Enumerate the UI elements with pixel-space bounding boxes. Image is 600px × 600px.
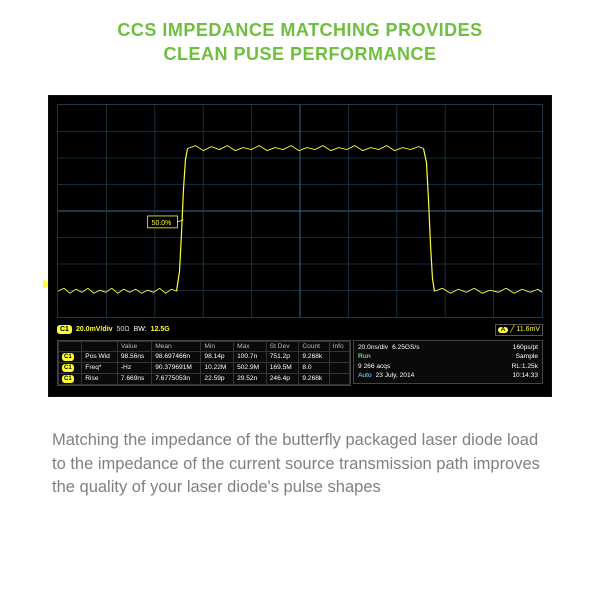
table-row: C1Rise7.669ns7.6775053n22.59p29.52n246.4… [59,373,350,384]
record-length: RL:1.25k [394,362,538,372]
page-title: CCS IMPEDANCE MATCHING PROVIDES CLEAN PU… [0,0,600,73]
bw-value: 12.5G [151,326,170,333]
trigger-tag: A ╱ 11.6mV [495,324,543,336]
timebase-status-panel: 20.0ns/div 6.25GS/s 160ps/pt Run Sample … [353,340,543,384]
heading-line-2: CLEAN PUSE PERFORMANCE [163,44,436,64]
impedance-value: 50Ω [117,326,130,333]
heading-line-1: CCS IMPEDANCE MATCHING PROVIDES [117,20,482,40]
description-text: Matching the impedance of the butterfly … [0,397,600,501]
sample-mode: Sample [375,352,538,362]
trigger-value: 11.6mV [516,326,540,333]
svg-text:50.0%: 50.0% [152,219,172,226]
bw-label: BW: [134,326,147,333]
table-row: C1Freq*-Hz90.379691M10.22M502.9M169.5M8.… [59,362,350,373]
slope-icon: ╱ [510,326,514,333]
trigger-mode: Auto [358,371,372,381]
measurement-table: Value Mean Min Max St Dev Count Info C1P… [57,340,351,386]
run-state: Run [358,352,371,362]
marker-50pct: 50.0% [148,216,184,228]
pts-value: 160ps/pt [424,343,538,353]
scope-screen: 50.0% C1 20.0mV/div 50Ω BW: 12.5G A ╱ 11… [48,95,552,397]
acq-count: 9 266 acqs [358,362,390,372]
channel-strip: C1 20.0mV/div 50Ω BW: 12.5G A ╱ 11.6mV [57,324,543,336]
vdiv-value: 20.0mV/div [76,326,113,333]
meas-header-row: Value Mean Min Max St Dev Count Info [59,341,350,351]
table-row: C1Pos Wid98.56ns98.697466n98.14p100.7n75… [59,351,350,362]
tdiv-value: 20.0ns/div [358,343,388,353]
waveform-plot: 50.0% [57,104,543,318]
channel-tag: C1 [57,325,72,334]
time-value: 10:14:33 [418,371,538,381]
oscilloscope-screenshot: 50.0% C1 20.0mV/div 50Ω BW: 12.5G A ╱ 11… [48,95,552,397]
plot-grid [58,105,542,317]
date-value: 23 July, 2014 [376,371,415,381]
sample-rate: 6.25GS/s [392,343,420,353]
